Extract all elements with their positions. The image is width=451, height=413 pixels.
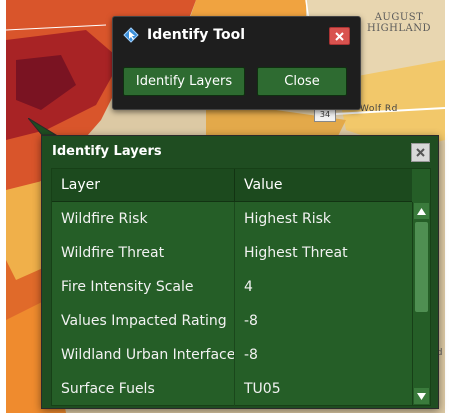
close-button[interactable]: Close — [257, 67, 347, 96]
close-icon — [416, 148, 425, 157]
window-close-button[interactable] — [329, 27, 350, 45]
table-row[interactable]: Values Impacted Rating -8 — [52, 304, 412, 338]
table-row[interactable]: Wildfire Risk Highest Risk — [52, 202, 412, 236]
panel-title: Identify Layers — [52, 144, 162, 159]
table-row[interactable]: Fire Intensity Scale 4 — [52, 270, 412, 304]
arrow-up-icon — [417, 207, 426, 215]
layer-cell: Values Impacted Rating — [52, 304, 235, 338]
table-row[interactable]: Surface Fuels TU05 — [52, 372, 412, 406]
value-cell: Highest Risk — [244, 211, 332, 227]
layer-cell: Wildland Urban Interface — [52, 338, 235, 372]
scroll-up-button[interactable] — [414, 203, 429, 219]
close-icon — [335, 31, 344, 41]
table-body: Wildfire Risk Highest Risk Wildfire Thre… — [52, 202, 412, 406]
table-row[interactable]: Wildland Urban Interface -8 — [52, 338, 412, 372]
arrow-down-icon — [417, 392, 426, 400]
layer-cell: Surface Fuels — [52, 372, 235, 406]
layer-cell: Wildfire Threat — [52, 236, 235, 270]
table-row[interactable]: Wildfire Threat Highest Threat — [52, 236, 412, 270]
identify-tool-window: Identify Tool Identify Layers Close — [112, 16, 361, 110]
place-label: AUGUST HIGHLAND — [366, 12, 431, 34]
value-cell: -8 — [244, 347, 258, 363]
highway-shield: 34 — [314, 108, 336, 122]
road-name-label: Wolf Rd — [360, 104, 398, 114]
column-header-layer[interactable]: Layer — [52, 169, 235, 201]
identify-tool-header: Identify Tool — [121, 25, 245, 45]
table-header: Layer Value — [52, 169, 412, 202]
layer-cell: Fire Intensity Scale — [52, 270, 235, 304]
identify-tool-title: Identify Tool — [147, 27, 245, 43]
value-cell: -8 — [244, 313, 258, 329]
identify-layers-button[interactable]: Identify Layers — [123, 67, 245, 96]
results-table: Layer Value Wildfire Risk Highest Risk W… — [51, 168, 431, 406]
identify-layers-panel: Identify Layers Layer Value Wildfire Ris… — [41, 135, 439, 409]
value-cell: TU05 — [244, 381, 281, 397]
value-cell: Highest Threat — [244, 245, 348, 261]
value-cell: 4 — [244, 279, 253, 295]
panel-close-button[interactable] — [411, 143, 430, 162]
layer-cell: Wildfire Risk — [52, 202, 235, 236]
identify-pointer-icon — [123, 27, 139, 43]
vertical-scrollbar[interactable] — [412, 202, 430, 405]
scroll-down-button[interactable] — [414, 388, 429, 404]
column-header-value[interactable]: Value — [235, 169, 412, 201]
scrollbar-thumb[interactable] — [415, 222, 428, 312]
